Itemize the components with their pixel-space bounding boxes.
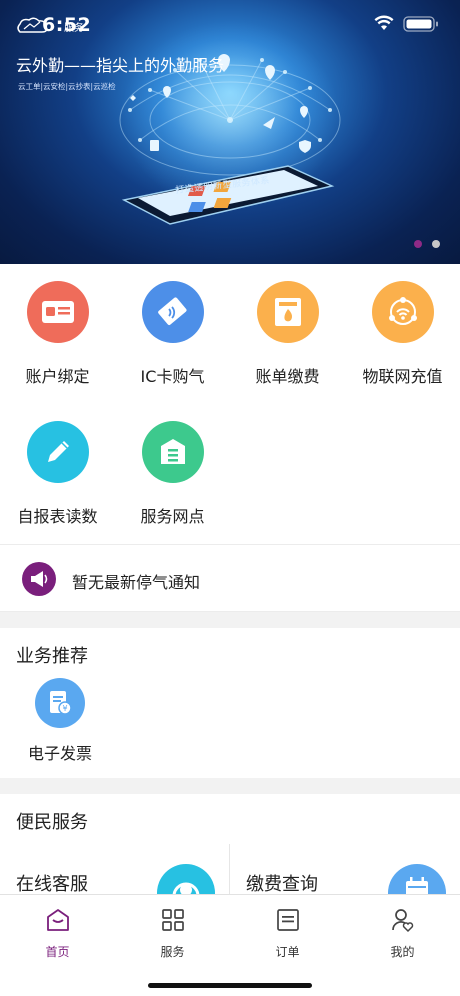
bill-flame-icon bbox=[256, 281, 319, 343]
iot-signal-icon bbox=[371, 281, 434, 343]
home-icon bbox=[46, 909, 69, 931]
convenience-online-service[interactable]: 在线客服 bbox=[0, 850, 229, 894]
service-self-reading[interactable]: 自报表读数 bbox=[0, 421, 115, 527]
phone-illustration bbox=[121, 165, 335, 225]
home-indicator[interactable] bbox=[148, 983, 312, 988]
service-label: 账单缴费 bbox=[255, 367, 320, 386]
service-outlets[interactable]: 服务网点 bbox=[115, 421, 230, 527]
status-bar: 6:52 服务 bbox=[0, 0, 460, 48]
recommend-e-invoice[interactable]: ¥ 电子发票 bbox=[14, 678, 106, 764]
calendar-icon bbox=[388, 864, 446, 894]
section-title: 业务推荐 bbox=[16, 646, 88, 667]
tab-orders[interactable]: 订单 bbox=[230, 907, 345, 960]
svg-text:¥: ¥ bbox=[62, 704, 67, 713]
ic-card-icon bbox=[141, 281, 204, 343]
megaphone-icon bbox=[22, 562, 56, 596]
service-bill-payment[interactable]: 账单缴费 bbox=[230, 281, 345, 387]
service-label: 账户绑定 bbox=[25, 367, 90, 386]
customer-service-icon bbox=[157, 864, 215, 894]
outage-notice-bar[interactable]: 暂无最新停气通知 bbox=[0, 544, 460, 612]
battery-icon bbox=[403, 16, 438, 32]
banner-subtitle: 云工单|云安检|云抄表|云巡检 bbox=[18, 82, 116, 91]
service-account-binding[interactable]: 账户绑定 bbox=[0, 281, 115, 387]
tab-home[interactable]: 首页 bbox=[0, 907, 115, 960]
invoice-icon: ¥ bbox=[35, 678, 85, 728]
banner-title: 云外勤——指尖上的外勤服务 bbox=[16, 56, 225, 75]
tab-label: 服务 bbox=[160, 945, 185, 959]
profile-icon bbox=[391, 909, 413, 933]
convenience-section: 便民服务 在线客服 缴费查询 bbox=[0, 794, 460, 894]
service-point-icon bbox=[141, 421, 204, 483]
section-title: 便民服务 bbox=[16, 812, 88, 833]
service-grid: 账户绑定 IC卡购气 账单缴费 物联网充值 自报表读数 服务网点 bbox=[0, 264, 460, 544]
logo-text: 服务 bbox=[64, 23, 84, 34]
carousel-indicator[interactable] bbox=[414, 240, 440, 248]
convenience-label: 在线客服 bbox=[16, 874, 88, 894]
order-icon bbox=[276, 909, 299, 931]
tab-label: 首页 bbox=[45, 945, 70, 959]
status-icons bbox=[374, 15, 438, 32]
carousel-dot-1[interactable] bbox=[414, 240, 422, 248]
service-label: IC卡购气 bbox=[140, 367, 205, 386]
notice-text: 暂无最新停气通知 bbox=[72, 573, 201, 592]
recommend-section: 业务推荐 ¥ 电子发票 bbox=[0, 628, 460, 778]
convenience-label: 缴费查询 bbox=[246, 874, 318, 894]
recommend-label: 电子发票 bbox=[27, 744, 92, 763]
banner-carousel[interactable]: 打造透明新型服务体系 6:52 服务 云外勤——指尖上的外勤服务 云工单|云安检… bbox=[0, 0, 460, 264]
service-label: 服务网点 bbox=[140, 507, 205, 526]
pencil-icon bbox=[26, 421, 89, 483]
bottom-tab-bar: 首页 服务 订单 我的 bbox=[0, 894, 460, 996]
service-iot-recharge[interactable]: 物联网充值 bbox=[345, 281, 460, 387]
service-ic-card[interactable]: IC卡购气 bbox=[115, 281, 230, 387]
carousel-dot-2[interactable] bbox=[432, 240, 440, 248]
service-label: 自报表读数 bbox=[17, 507, 98, 526]
tab-label: 我的 bbox=[390, 945, 415, 959]
grid-icon bbox=[161, 909, 184, 931]
wifi-icon bbox=[374, 15, 394, 30]
tab-services[interactable]: 服务 bbox=[115, 907, 230, 960]
tab-label: 订单 bbox=[275, 945, 300, 959]
tab-profile[interactable]: 我的 bbox=[345, 907, 460, 960]
convenience-payment-query[interactable]: 缴费查询 bbox=[230, 850, 460, 894]
id-card-icon bbox=[26, 281, 89, 343]
service-label: 物联网充值 bbox=[362, 367, 443, 386]
